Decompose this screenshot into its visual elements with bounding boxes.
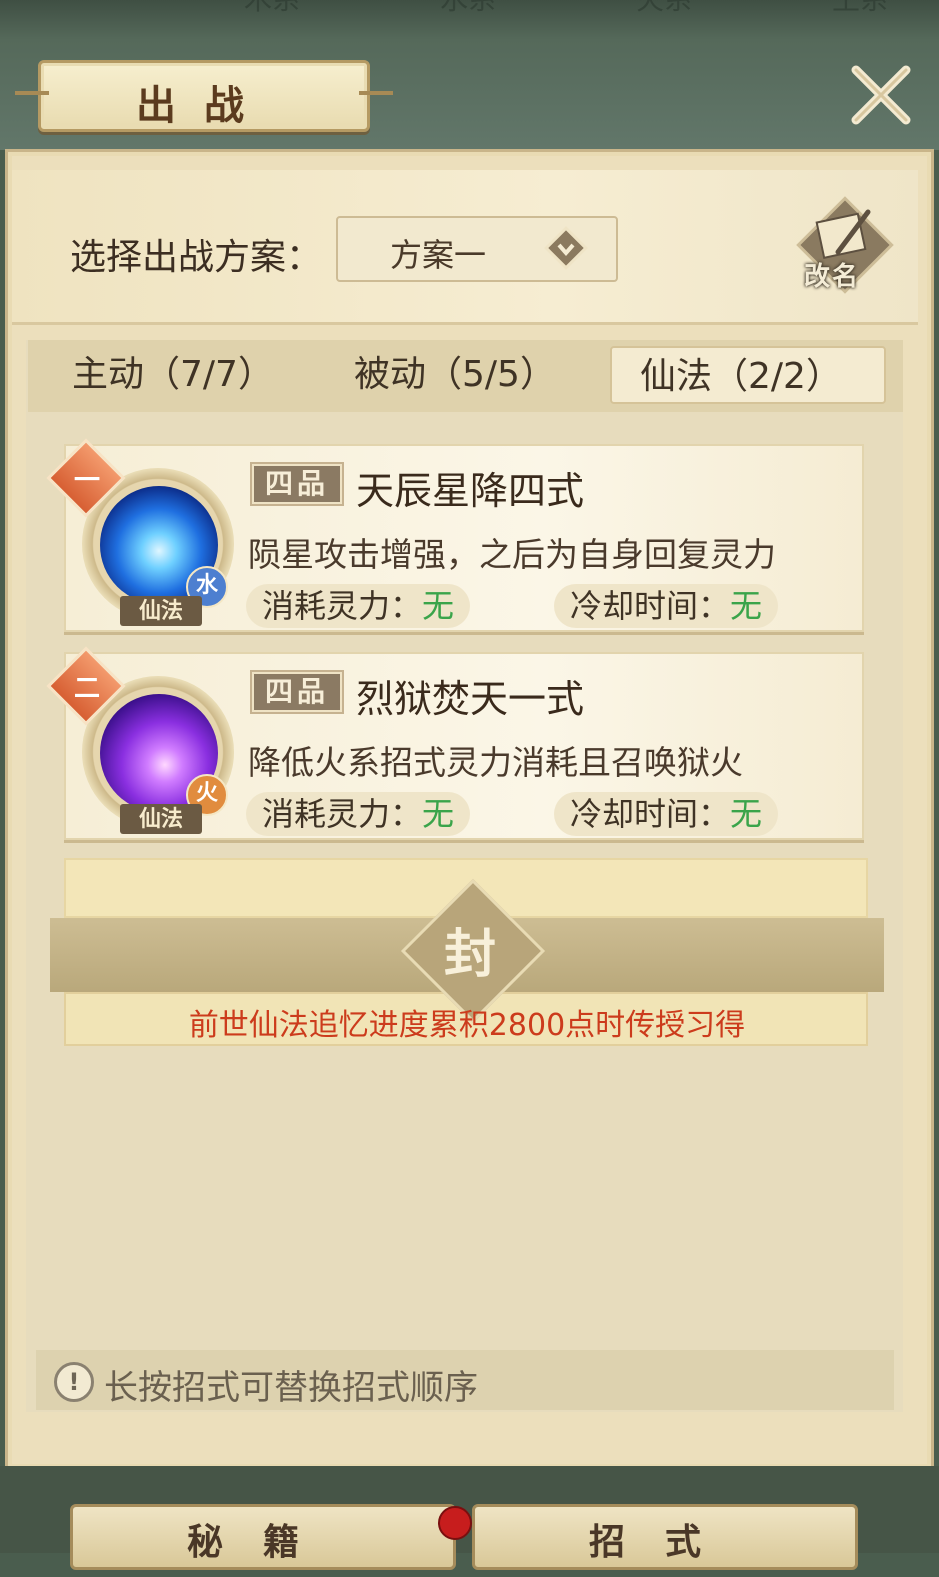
bottom-tab-moves[interactable]: 招式 <box>472 1504 858 1570</box>
tab-spells[interactable]: 仙法（2/2） <box>610 346 886 404</box>
bottom-tab-label: 招式 <box>588 1521 741 1563</box>
hint-bar: ! 长按招式可替换招式顺序 <box>36 1350 894 1410</box>
cost-pill: 消耗灵力：无 <box>246 584 471 628</box>
plan-selected-value: 方案一 <box>390 236 487 274</box>
skill-name: 天辰星降四式 <box>356 469 585 513</box>
cooldown-value: 无 <box>730 587 763 625</box>
cost-pill: 消耗灵力：无 <box>246 792 471 836</box>
slot-number: 一 <box>73 466 100 496</box>
top-tab-earth[interactable]: 土系 <box>800 0 920 22</box>
title-plaque: 出战 <box>15 60 393 132</box>
skill-description: 陨星攻击增强，之后为自身回复灵力 <box>248 535 776 574</box>
skill-name: 烈狱焚天一式 <box>356 677 585 721</box>
cooldown-label: 冷却时间： <box>570 587 731 625</box>
bottom-tab-manuals[interactable]: 秘籍 <box>70 1504 456 1570</box>
cooldown-value: 无 <box>730 795 763 833</box>
cooldown-label: 冷却时间： <box>570 795 731 833</box>
unlock-requirement: 前世仙法追忆进度累积2800点时传授习得 <box>188 1008 746 1043</box>
cost-value: 无 <box>422 587 455 625</box>
exclamation-icon: ! <box>54 1362 94 1402</box>
bottom-tab-label: 秘籍 <box>186 1521 339 1563</box>
cooldown-pill: 冷却时间：无 <box>554 792 779 836</box>
skill-card[interactable]: 一 水 仙法 四品 天辰星降四式 陨星攻击增强，之后为自身回复灵力 消耗灵力：无… <box>46 438 864 632</box>
locked-skill-slot[interactable]: 封 前世仙法追忆进度累积2800点时传授习得 <box>50 858 884 1048</box>
skill-card[interactable]: 二 火 仙法 四品 烈狱焚天一式 降低火系招式灵力消耗且召唤狱火 消耗灵力：无 … <box>46 646 864 840</box>
cost-value: 无 <box>422 795 455 833</box>
close-icon <box>851 65 911 125</box>
skill-type-label: 仙法 <box>120 804 202 834</box>
red-knob-icon <box>438 1506 472 1540</box>
seal-label: 封 <box>443 924 496 985</box>
cost-label: 消耗灵力： <box>262 587 423 625</box>
top-tab-wood[interactable]: 木系 <box>212 0 332 22</box>
rename-label: 改名 <box>804 262 861 292</box>
hint-text: 长按招式可替换招式顺序 <box>104 1368 478 1408</box>
tab-bar: 主动（7/7） 被动（5/5） 仙法（2/2） <box>28 340 903 412</box>
plan-label: 选择出战方案： <box>70 237 323 278</box>
page-title: 出战 <box>136 82 272 129</box>
rename-button[interactable]: 改名 <box>790 190 900 300</box>
skill-type-label: 仙法 <box>120 596 202 626</box>
plan-dropdown[interactable]: 方案一 <box>336 216 618 282</box>
top-tab-fire[interactable]: 火系 <box>604 0 724 22</box>
tab-passive-skills[interactable]: 被动（5/5） <box>354 346 594 404</box>
grade-badge: 四品 <box>250 462 344 506</box>
grade-badge: 四品 <box>250 670 344 714</box>
cooldown-pill: 冷却时间：无 <box>554 584 779 628</box>
top-tab-water[interactable]: 水系 <box>408 0 528 22</box>
skill-description: 降低火系招式灵力消耗且召唤狱火 <box>248 743 743 782</box>
close-button[interactable] <box>846 60 916 130</box>
slot-number: 二 <box>73 674 100 704</box>
chevron-down-icon <box>544 226 588 270</box>
cost-label: 消耗灵力： <box>262 795 423 833</box>
tab-active-skills[interactable]: 主动（7/7） <box>72 346 312 404</box>
